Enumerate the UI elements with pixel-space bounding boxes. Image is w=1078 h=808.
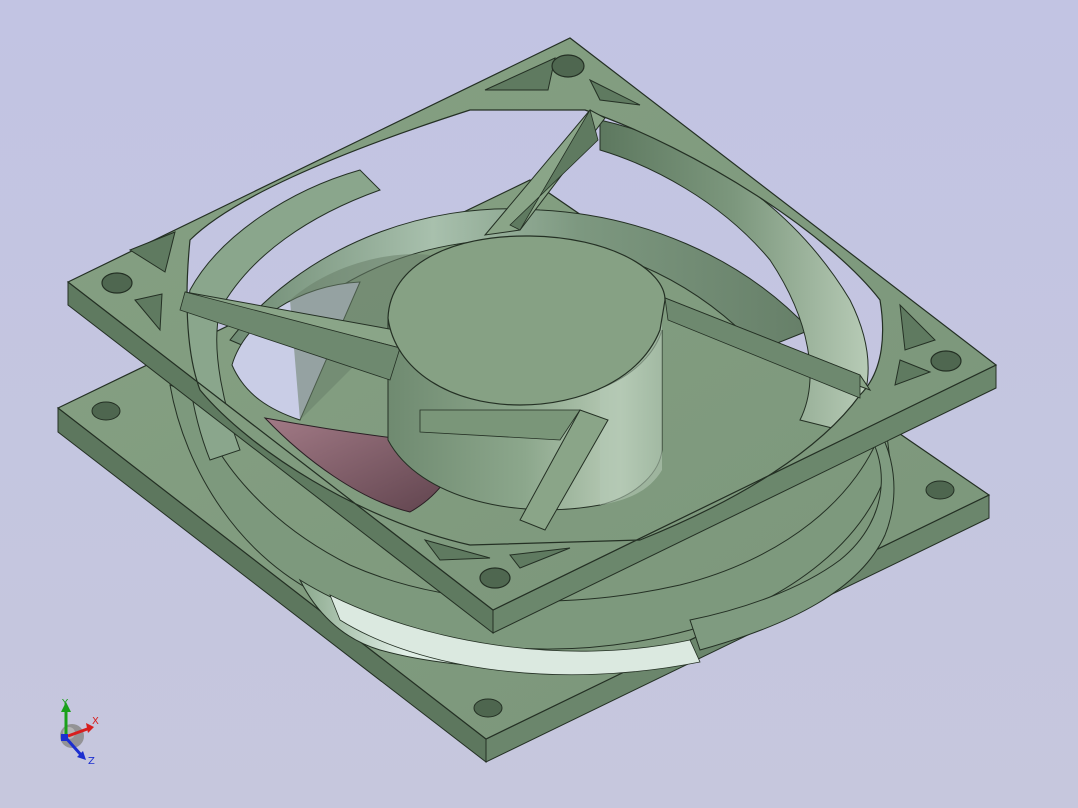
graphics-viewport[interactable]: Y X Z (0, 0, 1078, 808)
top-hole-right (930, 350, 962, 372)
y-axis-label: Y (61, 698, 69, 709)
view-orientation-triad[interactable]: Y X Z (44, 694, 114, 774)
bottom-hole-left (91, 401, 121, 421)
top-hole-front (479, 567, 511, 589)
fan-model[interactable] (0, 0, 1078, 808)
x-axis-label: X (92, 716, 99, 727)
top-hole-left (101, 272, 133, 294)
bottom-hole-front (473, 698, 503, 718)
top-hole-back (551, 54, 585, 78)
z-axis-label: Z (88, 756, 95, 767)
bottom-hole-right (925, 480, 955, 500)
